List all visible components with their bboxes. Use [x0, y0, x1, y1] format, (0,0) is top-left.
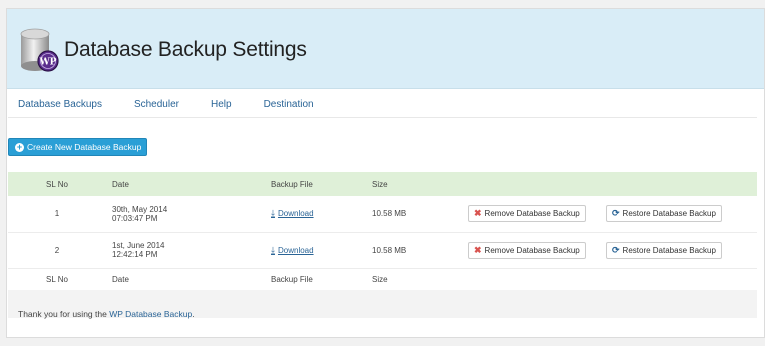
footer-header-sl: SL No — [46, 274, 68, 284]
database-icon: WP — [17, 27, 61, 73]
remove-backup-label: Remove Database Backup — [484, 245, 580, 255]
times-icon: ✖ — [474, 208, 482, 219]
row-date-day: 30th, May 2014 — [112, 204, 168, 214]
row-date-time: 12:42:14 PM — [112, 250, 158, 259]
row-remove-cell: ✖ Remove Database Backup — [468, 232, 606, 268]
download-link[interactable]: ⤓ Download — [271, 208, 314, 219]
thank-you-suffix: . — [192, 309, 195, 319]
column-header-file: Backup File — [271, 179, 313, 189]
create-backup-label: Create New Database Backup — [27, 142, 142, 152]
logo-text: WP — [39, 58, 57, 68]
row-file: ⤓ Download — [271, 196, 372, 232]
row-date-day: 1st, June 2014 — [112, 241, 165, 250]
footer-header-blank — [606, 268, 757, 290]
page-title: Database Backup Settings — [64, 38, 307, 61]
table-header-row: SL No Date Backup File Size — [8, 172, 757, 196]
column-header-sl: SL No — [46, 179, 68, 189]
row-size: 10.58 MB — [372, 209, 407, 219]
download-label: Download — [277, 209, 314, 219]
download-link[interactable]: ⤓ Download — [271, 245, 314, 256]
page-header: WP Database Backup Settings — [7, 9, 764, 89]
plugin-link[interactable]: WP Database Backup — [109, 309, 192, 319]
table-row: 2 1st, June 2014 12:42:14 PM ⤓ Download … — [8, 232, 757, 268]
footer-header-blank — [468, 268, 606, 290]
tab-destination[interactable]: Destination — [264, 99, 314, 110]
refresh-icon: ⟳ — [612, 208, 620, 219]
tab-scheduler[interactable]: Scheduler — [134, 99, 179, 110]
table-footer-row: SL No Date Backup File Size — [8, 268, 757, 290]
remove-backup-button[interactable]: ✖ Remove Database Backup — [468, 205, 586, 223]
column-header-blank — [606, 172, 757, 196]
restore-backup-button[interactable]: ⟳ Restore Database Backup — [606, 205, 722, 223]
row-size: 10.58 MB — [372, 245, 407, 255]
backups-table: SL No Date Backup File Size 1 30th, May … — [8, 172, 757, 290]
restore-backup-label: Restore Database Backup — [622, 209, 716, 219]
row-sl: 2 — [54, 245, 60, 255]
remove-backup-button[interactable]: ✖ Remove Database Backup — [468, 241, 586, 259]
restore-backup-button[interactable]: ⟳ Restore Database Backup — [606, 241, 722, 259]
thank-you-prefix: Thank you for using the — [18, 309, 110, 319]
row-remove-cell: ✖ Remove Database Backup — [468, 196, 606, 232]
thank-you-note: Thank you for using the WP Database Back… — [18, 309, 195, 319]
row-file: ⤓ Download — [271, 232, 372, 268]
settings-nav: Database Backups Scheduler Help Destinat… — [8, 99, 336, 110]
remove-backup-label: Remove Database Backup — [484, 209, 580, 219]
table-row: 1 30th, May 2014 07:03:47 PM ⤓ Download … — [8, 196, 757, 232]
download-icon: ⤓ — [271, 244, 275, 255]
plus-circle-icon: + — [15, 141, 24, 152]
tab-database-backups[interactable]: Database Backups — [18, 99, 102, 110]
row-restore-cell: ⟳ Restore Database Backup — [606, 232, 757, 268]
create-backup-button[interactable]: + Create New Database Backup — [8, 138, 147, 156]
row-restore-cell: ⟳ Restore Database Backup — [606, 196, 757, 232]
refresh-icon: ⟳ — [612, 244, 620, 255]
column-header-blank — [468, 172, 606, 196]
download-icon: ⤓ — [271, 208, 275, 219]
column-header-size: Size — [372, 179, 388, 189]
download-label: Download — [277, 245, 314, 255]
row-date: 30th, May 2014 07:03:47 PM — [106, 196, 271, 232]
restore-backup-label: Restore Database Backup — [622, 245, 716, 255]
footer-header-date: Date — [112, 274, 129, 284]
footer-header-size: Size — [372, 274, 388, 284]
row-sl: 1 — [54, 209, 60, 219]
backups-table-panel: SL No Date Backup File Size 1 30th, May … — [8, 172, 757, 318]
row-date: 1st, June 2014 12:42:14 PM — [106, 232, 271, 268]
row-date-time: 07:03:47 PM — [112, 213, 158, 223]
tab-help[interactable]: Help — [211, 99, 232, 110]
column-header-date: Date — [112, 179, 129, 189]
nav-divider — [8, 117, 757, 118]
times-icon: ✖ — [474, 244, 482, 255]
footer-header-file: Backup File — [271, 274, 313, 284]
